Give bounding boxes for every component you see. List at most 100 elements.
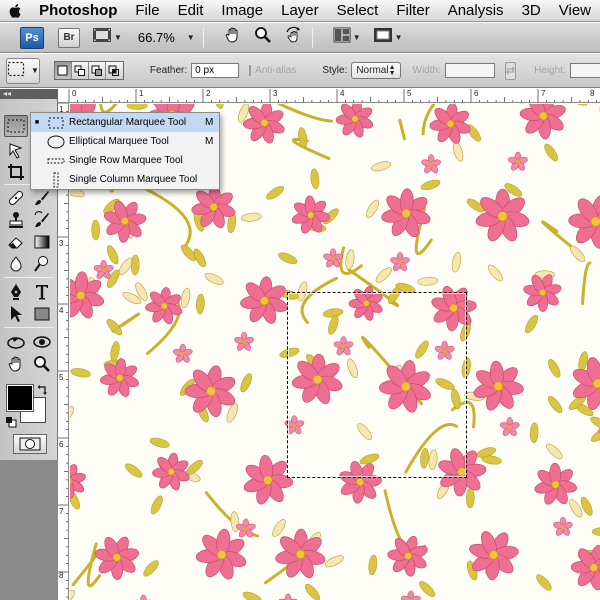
history-brush-tool[interactable] [30,209,54,231]
marquee-selection[interactable] [287,292,467,478]
tool-options-bar: ▼ Feather: Anti-alias Style: Normal ▲▼ W… [0,54,600,88]
arrange-icon [333,27,351,48]
dodge-tool[interactable] [30,253,54,275]
flyout-item-label: Rectangular Marquee Tool [69,117,187,128]
application-bar: Ps Br ▼ 66.7% ▼ ▼ ▼ [0,23,600,53]
eraser-tool[interactable] [4,231,28,253]
flyout-item-label: Single Row Marquee Tool [69,155,183,166]
ruler-number: 1 [139,89,144,98]
collapse-panels-strip[interactable]: ◂◂ [0,89,58,99]
height-label: Height: [534,65,566,76]
elliptical-marquee-icon [43,135,69,149]
rectangle-tool[interactable] [30,303,54,325]
rotate-hand-icon [284,26,304,49]
flyout-item-label: Elliptical Marquee Tool [69,136,169,147]
style-select[interactable]: Normal ▲ ▼ [351,62,401,79]
ruler-number: 5 [59,373,64,382]
zoom-tool-button[interactable] [254,26,272,49]
3d-orbit-tool[interactable] [30,331,54,353]
hand-tool-button[interactable] [224,26,242,49]
launch-bridge-button[interactable]: Br [58,27,80,48]
apple-icon[interactable] [0,3,31,19]
lasso-tool[interactable] [4,139,28,161]
feather-input[interactable] [191,63,240,78]
rectangle-shape-icon [34,307,50,321]
quick-mask-button[interactable] [13,434,47,454]
flyout-item-single-column-marquee[interactable]: Single Column Marquee Tool [31,170,219,189]
zoom-dropdown-icon[interactable]: ▼ [187,33,195,42]
3d-rotate-tool[interactable] [4,331,28,353]
flyout-item-elliptical-marquee[interactable]: Elliptical Marquee Tool M [31,132,219,151]
spot-healing-tool[interactable] [4,187,28,209]
style-label: Style: [322,65,348,76]
hand-icon [224,26,242,49]
single-row-marquee-icon [43,157,69,165]
pen-tool[interactable] [4,281,28,303]
screen-mode-button[interactable]: ▼ [373,27,403,48]
menu-edit[interactable]: Edit [169,0,213,21]
subtract-from-selection-button[interactable] [88,62,106,79]
marquee-tool-flyout-menu: ■ Rectangular Marquee Tool M Elliptical … [30,112,220,190]
swap-colors-icon[interactable] [37,383,49,401]
ruler-number: 6 [59,440,64,449]
film-strip-icon [92,27,112,48]
menu-file[interactable]: File [126,0,168,21]
menu-image[interactable]: Image [212,0,272,21]
drop-icon [10,256,22,272]
menu-layer[interactable]: Layer [272,0,328,21]
rectangular-marquee-icon [43,117,69,129]
crop-icon [8,164,24,180]
add-selection-icon [74,65,85,76]
history-brush-icon [34,211,49,227]
menu-analysis[interactable]: Analysis [439,0,513,21]
zoom-level[interactable]: 66.7% [138,30,175,45]
flyout-item-single-row-marquee[interactable]: Single Row Marquee Tool [31,151,219,170]
swap-arrows-icon: ⇄ [505,65,516,77]
gradient-tool[interactable] [30,231,54,253]
menu-3d[interactable]: 3D [513,0,550,21]
path-selection-tool[interactable] [4,303,28,325]
intersect-selection-button[interactable] [105,62,123,79]
feather-label: Feather: [149,65,188,76]
menu-filter[interactable]: Filter [387,0,438,21]
intersect-selection-icon [108,65,120,76]
ruler-number: 6 [474,89,479,98]
rectangular-marquee-icon [7,61,25,80]
rotate-view-button[interactable] [284,26,304,49]
anti-alias-checkbox[interactable] [249,65,252,76]
view-extras-button[interactable]: ▼ [92,27,122,48]
flyout-item-rectangular-marquee[interactable]: ■ Rectangular Marquee Tool M [31,113,219,132]
menu-select[interactable]: Select [328,0,388,21]
rectangular-marquee-icon [7,119,25,133]
foreground-color-swatch[interactable] [6,384,34,412]
blur-tool[interactable] [4,253,28,275]
clone-stamp-tool[interactable] [4,209,28,231]
selection-mode-group [53,61,124,80]
add-to-selection-button[interactable] [71,62,89,79]
new-selection-icon [57,65,68,76]
menu-view[interactable]: View [550,0,600,21]
divider [311,27,313,48]
type-tool[interactable] [30,281,54,303]
ruler-number: 7 [59,507,64,516]
horizontal-ruler[interactable]: 0 1 2 3 4 5 6 7 8 [58,89,600,103]
height-input[interactable] [569,63,600,78]
hand-tool[interactable] [4,353,28,375]
brush-tool[interactable] [30,187,54,209]
type-icon [36,285,48,300]
anti-alias-label: Anti-alias [255,65,297,76]
arrange-documents-button[interactable]: ▼ [333,27,361,48]
rectangular-marquee-tool[interactable] [4,115,28,137]
new-selection-button[interactable] [54,62,72,79]
menu-app-name[interactable]: Photoshop [31,0,126,21]
tool-preset-picker[interactable]: ▼ [6,57,40,84]
default-colors-icon[interactable] [5,415,17,433]
crop-tool[interactable] [4,161,28,183]
3d-rotate-icon [7,337,25,349]
zoom-tool[interactable] [30,353,54,375]
divider [4,277,54,278]
swap-width-height-button[interactable]: ⇄ [504,61,517,80]
ruler-number: 3 [273,89,278,98]
width-input[interactable] [444,63,495,78]
chevron-down-icon: ▼ [31,66,39,75]
